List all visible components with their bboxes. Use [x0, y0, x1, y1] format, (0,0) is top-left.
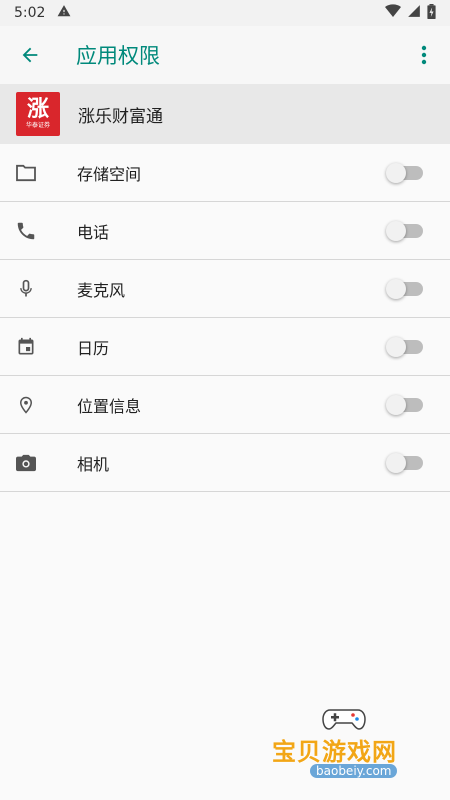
- microphone-icon: [14, 277, 38, 301]
- watermark-text: 宝贝游戏网: [272, 738, 397, 766]
- status-bar: 5:02: [0, 0, 450, 26]
- permission-label: 电话: [77, 222, 110, 242]
- watermark: 宝贝游戏网 baobeiy.com: [268, 702, 428, 792]
- app-logo-char: 涨: [26, 97, 49, 122]
- permission-row-microphone[interactable]: 麦克风: [0, 260, 450, 318]
- permission-toggle-camera[interactable]: [386, 452, 423, 473]
- location-icon: [14, 393, 38, 417]
- status-time: 5:02: [14, 5, 46, 21]
- arrow-left-icon[interactable]: [12, 37, 48, 73]
- permission-label: 麦克风: [77, 280, 126, 300]
- permission-toggle-storage[interactable]: [386, 162, 423, 183]
- permission-toggle-location[interactable]: [386, 394, 423, 415]
- phone-icon: [14, 219, 38, 243]
- app-logo-subtext: 华泰证券: [25, 122, 50, 129]
- permission-row-calendar[interactable]: 日历: [0, 318, 450, 376]
- permission-label: 相机: [77, 454, 110, 474]
- app-bar: 应用权限: [0, 26, 450, 84]
- app-header: 涨 华泰证券 涨乐财富通: [0, 84, 450, 144]
- app-name: 涨乐财富通: [78, 106, 163, 127]
- gamepad-icon: [322, 709, 366, 730]
- calendar-icon: [14, 335, 38, 359]
- permission-label: 日历: [77, 338, 110, 358]
- permission-row-location[interactable]: 位置信息: [0, 376, 450, 434]
- warning-icon: [57, 4, 71, 22]
- permission-row-phone[interactable]: 电话: [0, 202, 450, 260]
- camera-icon: [14, 451, 38, 475]
- permission-row-camera[interactable]: 相机: [0, 434, 450, 492]
- status-icons: [385, 3, 436, 23]
- watermark-url: baobeiy.com: [310, 764, 398, 778]
- permission-list: 存储空间 电话 麦克风 日历 位置信息 相机: [0, 144, 450, 492]
- battery-icon: [427, 3, 436, 23]
- permission-label: 存储空间: [77, 164, 142, 184]
- permission-label: 位置信息: [77, 396, 142, 416]
- permission-toggle-microphone[interactable]: [386, 278, 423, 299]
- permission-toggle-phone[interactable]: [386, 220, 423, 241]
- app-logo: 涨 华泰证券: [16, 92, 60, 136]
- folder-icon: [14, 161, 38, 185]
- page-title: 应用权限: [76, 44, 160, 68]
- permission-toggle-calendar[interactable]: [386, 336, 423, 357]
- permission-row-storage[interactable]: 存储空间: [0, 144, 450, 202]
- signal-icon: [407, 4, 421, 22]
- wifi-icon: [385, 4, 401, 22]
- more-vert-icon[interactable]: [410, 37, 438, 73]
